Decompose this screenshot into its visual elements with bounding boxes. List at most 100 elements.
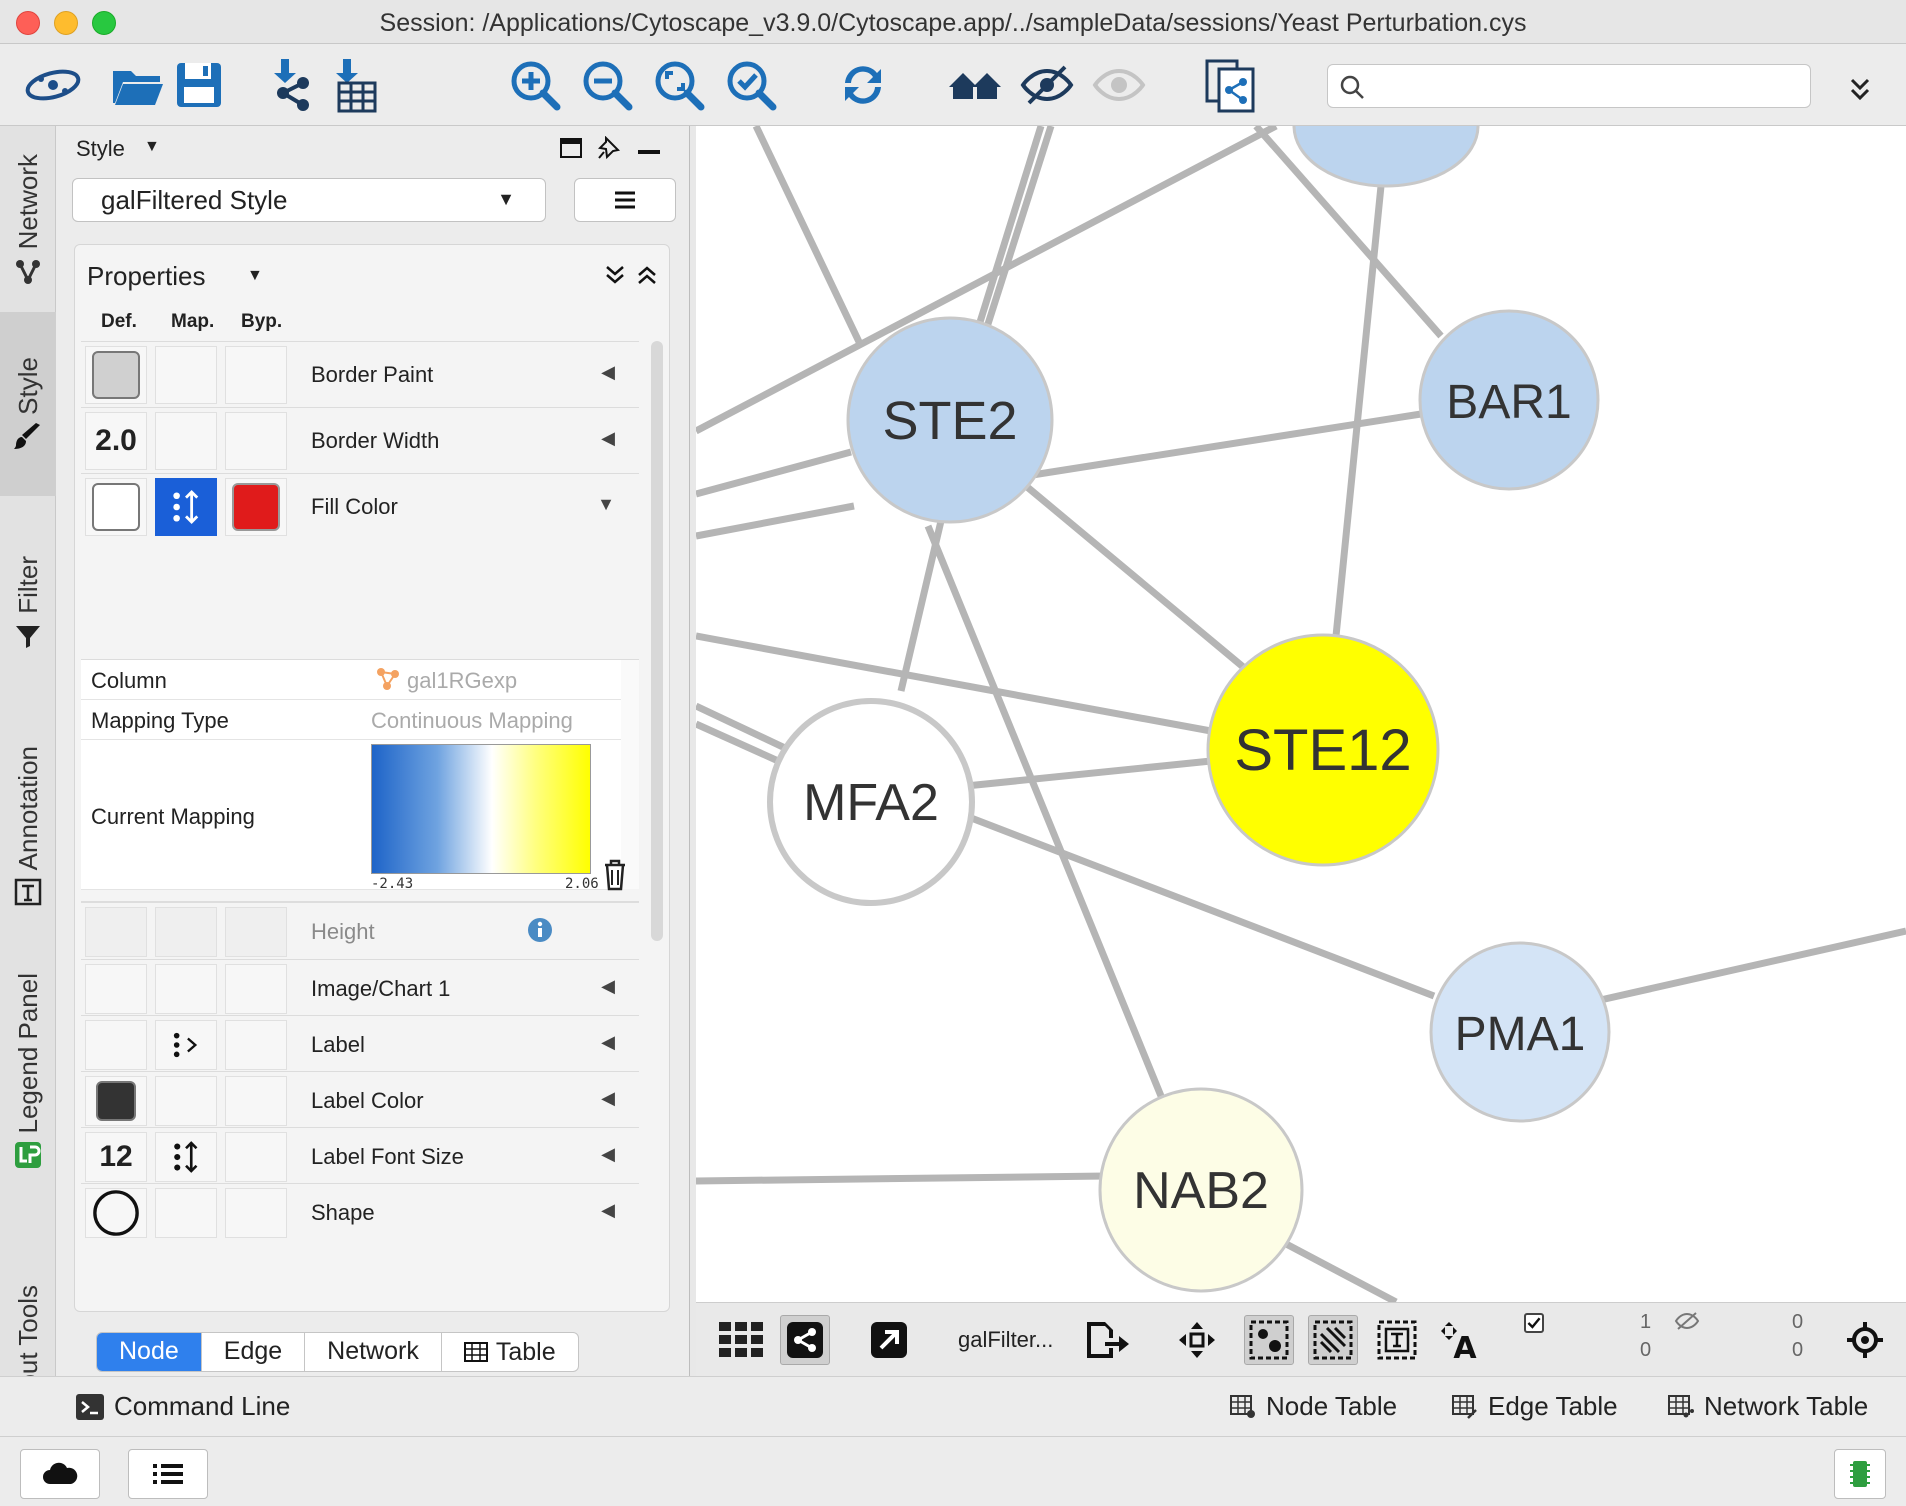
bypass-cell[interactable] [225,964,287,1014]
caret-down-icon[interactable]: ▼ [597,494,615,515]
caret-left-icon[interactable]: ◀ [601,976,615,997]
edge[interactable] [696,1172,1107,1185]
network-canvas[interactable]: STE2 BAR1 STE12 MFA2 PMA1 NAB2 [696,126,1906,1302]
network-table-button[interactable]: Network Table [1668,1391,1868,1422]
zoom-out-icon[interactable] [576,54,638,116]
edge[interactable] [1269,1232,1398,1302]
caret-left-icon[interactable]: ◀ [601,362,615,383]
edge[interactable] [967,126,1045,353]
mapping-type-row[interactable]: Mapping Type Continuous Mapping [81,700,621,740]
mapping-cell[interactable] [155,964,217,1014]
cytoscape-logo-icon[interactable] [22,54,84,116]
sidebar-tab-legend-panel[interactable]: Legend Panel [0,956,56,1186]
label-selection-icon[interactable]: A [1436,1315,1486,1365]
hide-selected-icon[interactable] [1016,54,1078,116]
mapping-cell[interactable] [155,346,217,404]
mapping-column-row[interactable]: Column gal1RGexp [81,660,621,700]
tab-edge[interactable]: Edge [202,1333,306,1371]
zoom-fit-icon[interactable] [648,54,710,116]
current-network-name[interactable]: galFilter... [958,1327,1053,1353]
properties-scrollbar[interactable] [651,341,663,941]
apply-layout-icon[interactable] [832,54,894,116]
edge[interactable] [965,757,1212,790]
cytoscape-cloud-button[interactable] [20,1449,100,1499]
pan-icon[interactable] [1172,1315,1222,1365]
mapping-cell[interactable] [155,1188,217,1238]
caret-left-icon[interactable]: ◀ [601,428,615,449]
edge[interactable] [1023,483,1257,679]
sidebar-tab-style[interactable]: Style [0,312,56,496]
default-value-cell[interactable] [85,346,147,404]
bypass-cell[interactable] [225,412,287,470]
continuous-mapping-gradient[interactable] [371,744,591,874]
node-ste2[interactable]: STE2 [846,316,1054,524]
mapping-cell[interactable] [155,1020,217,1070]
property-row-label-color[interactable]: Label Color ◀ [81,1071,639,1127]
default-value-cell[interactable]: 2.0 [85,412,147,470]
mapping-cell[interactable] [155,412,217,470]
sidebar-tab-filter[interactable]: Filter [0,504,56,702]
bypass-cell[interactable] [225,1020,287,1070]
minimize-panel-icon[interactable] [638,150,660,154]
network-view-icon[interactable] [780,1315,830,1365]
zoom-selected-icon[interactable] [720,54,782,116]
edge[interactable] [1332,185,1385,637]
property-row-border-width[interactable]: 2.0 Border Width ◀ [81,407,639,473]
property-row-label-font-size[interactable]: 12 Label Font Size ◀ [81,1127,639,1183]
open-session-icon[interactable] [106,54,168,116]
mapping-cell[interactable] [155,478,217,536]
node-ste12[interactable]: STE12 [1206,633,1440,867]
selection-checkbox[interactable] [1524,1313,1544,1333]
property-row-border-paint[interactable]: Border Paint ◀ [81,341,639,407]
default-value-cell[interactable] [85,1188,147,1238]
bypass-cell[interactable] [225,478,287,536]
show-all-icon[interactable] [944,54,1006,116]
birds-eye-view-icon[interactable] [1840,1315,1890,1365]
mapping-cell[interactable] [155,1132,217,1182]
import-network-icon[interactable] [260,54,322,116]
default-value-cell[interactable] [85,964,147,1014]
default-value-cell[interactable]: 12 [85,1132,147,1182]
node-pma1[interactable]: PMA1 [1429,941,1611,1123]
tab-table[interactable]: Table [442,1333,578,1371]
caret-left-icon[interactable]: ◀ [601,1032,615,1053]
edge[interactable] [696,632,1212,735]
edge[interactable] [977,126,1055,348]
save-session-icon[interactable] [168,54,230,116]
property-row-fill-color[interactable]: Fill Color ▼ [81,473,639,539]
edge-selection-icon[interactable] [1308,1315,1358,1365]
node-nab2[interactable]: NAB2 [1098,1087,1304,1293]
edge[interactable] [696,448,852,498]
pin-icon[interactable] [598,136,620,160]
style-options-button[interactable] [574,178,676,222]
sidebar-tab-network[interactable]: Network [0,140,56,300]
collapse-all-icon[interactable] [635,263,659,287]
toolbar-overflow-button[interactable] [1840,68,1880,108]
import-table-icon[interactable] [322,54,384,116]
edge[interactable] [1595,927,1906,1005]
detach-view-icon[interactable] [864,1315,914,1365]
bypass-cell[interactable] [225,1076,287,1126]
property-row-label[interactable]: Label ◀ [81,1015,639,1071]
expand-all-icon[interactable] [603,263,627,287]
node[interactable] [1292,126,1480,188]
node-bar1[interactable]: BAR1 [1418,309,1600,491]
command-line-button[interactable]: Command Line [76,1391,290,1422]
default-value-cell[interactable] [85,1020,147,1070]
node-table-button[interactable]: Node Table [1230,1391,1397,1422]
property-row-shape[interactable]: Shape ◀ [81,1183,639,1239]
task-history-button[interactable] [128,1449,208,1499]
edge[interactable] [1025,410,1422,480]
info-icon[interactable] [527,917,553,943]
caret-down-icon[interactable]: ▼ [144,138,160,156]
edge[interactable] [752,126,865,348]
node-selection-icon[interactable] [1244,1315,1294,1365]
caret-down-icon[interactable]: ▼ [247,267,263,285]
sidebar-tab-annotation[interactable]: Annotation [0,716,56,936]
bypass-cell[interactable] [225,1188,287,1238]
memory-status-button[interactable] [1834,1449,1886,1499]
zoom-in-icon[interactable] [504,54,566,116]
show-selected-icon[interactable] [1088,54,1150,116]
float-panel-icon[interactable] [560,138,582,158]
export-network-icon[interactable] [1082,1315,1132,1365]
